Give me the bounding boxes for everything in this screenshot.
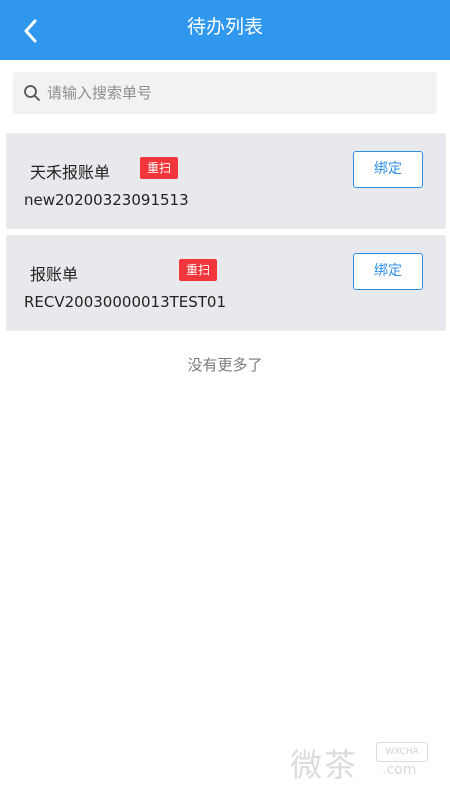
list-item[interactable]: 天禾报账单 重扫 new20200323091513 绑定 xyxy=(6,133,446,229)
rescan-badge: 重扫 xyxy=(179,259,218,281)
item-title: 天禾报账单 xyxy=(30,163,111,182)
page-title: 待办列表 xyxy=(186,16,263,38)
no-more-text: 没有更多了 xyxy=(187,356,263,374)
search-input[interactable] xyxy=(47,72,427,114)
item-title: 报账单 xyxy=(30,265,79,284)
watermark-main: 微茶 xyxy=(290,746,359,784)
search-bar[interactable] xyxy=(13,72,437,114)
item-number: new20200323091513 xyxy=(24,191,189,209)
search-icon xyxy=(24,85,40,101)
watermark-domain: .com xyxy=(382,762,417,778)
watermark-badge: WXCHA xyxy=(376,742,428,762)
bind-button[interactable]: 绑定 xyxy=(353,253,423,290)
app-header: 待办列表 xyxy=(0,0,450,60)
rescan-badge: 重扫 xyxy=(140,157,179,179)
item-number: RECV20030000013TEST01 xyxy=(24,293,227,311)
list-item[interactable]: 报账单 重扫 RECV20030000013TEST01 绑定 xyxy=(6,235,446,331)
watermark-logo: 微茶 WXCHA .com xyxy=(290,740,440,790)
bind-button[interactable]: 绑定 xyxy=(353,151,423,188)
